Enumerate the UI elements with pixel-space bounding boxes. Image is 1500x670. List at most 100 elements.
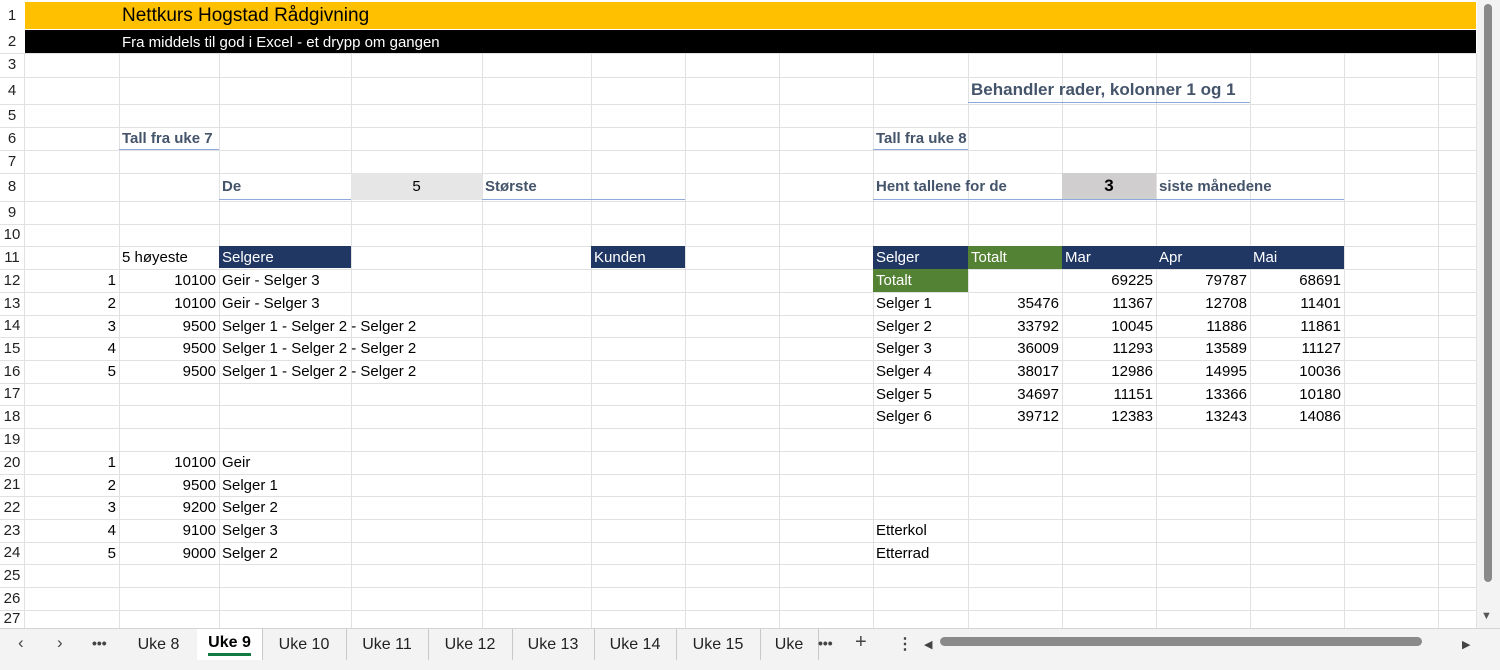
hent-label[interactable]: Hent tallene for de bbox=[873, 173, 1062, 200]
rank-cell[interactable]: 4 bbox=[24, 519, 119, 542]
more-tabs-left-icon[interactable]: ••• bbox=[92, 635, 107, 651]
seller-mai-cell[interactable]: 10036 bbox=[1250, 360, 1344, 383]
row-number[interactable]: 10 bbox=[0, 224, 24, 246]
seller-apr-cell[interactable]: 14995 bbox=[1156, 360, 1250, 383]
seller-mar-cell[interactable]: 10045 bbox=[1062, 315, 1156, 337]
mai-header[interactable]: Mai bbox=[1250, 246, 1344, 269]
sheet-tab[interactable]: Uke 8 bbox=[120, 629, 198, 660]
row-number[interactable]: 1 bbox=[0, 2, 24, 30]
rank-cell[interactable]: 4 bbox=[24, 337, 119, 360]
names-cell[interactable]: Selger 1 - Selger 2 - Selger 2 bbox=[219, 315, 479, 337]
totalt-row-mar[interactable]: 69225 bbox=[1062, 269, 1156, 292]
value-cell[interactable]: 9500 bbox=[119, 315, 219, 337]
seller-name-cell[interactable]: Selger 3 bbox=[873, 337, 968, 360]
rank-cell[interactable]: 2 bbox=[24, 292, 119, 315]
value-cell[interactable]: 9200 bbox=[119, 496, 219, 519]
spreadsheet-grid[interactable]: 1 2 3 4 5 6 7 8 9 10 11 12 13 14 15 16 17 18 19 20 21 22 23 24 2… bbox=[0, 0, 1500, 628]
sheet-tab[interactable]: Uke bbox=[760, 629, 819, 660]
rank-cell[interactable]: 5 bbox=[24, 360, 119, 383]
row-number[interactable]: 17 bbox=[0, 383, 24, 405]
totalt-row-apr[interactable]: 79787 bbox=[1156, 269, 1250, 292]
row-number[interactable]: 25 bbox=[0, 564, 24, 587]
seller-name-cell[interactable]: Selger 4 bbox=[873, 360, 968, 383]
siste-label[interactable]: siste månedene bbox=[1156, 173, 1344, 200]
seller-total-cell[interactable]: 38017 bbox=[968, 360, 1062, 383]
name-cell[interactable]: Selger 2 bbox=[219, 542, 351, 564]
row-number[interactable]: 22 bbox=[0, 496, 24, 519]
totalt-header[interactable]: Totalt bbox=[968, 246, 1062, 269]
de-label[interactable]: De bbox=[219, 173, 351, 200]
top-header[interactable]: 5 høyeste bbox=[119, 246, 219, 268]
name-cell[interactable]: Geir bbox=[219, 451, 351, 474]
scroll-left-icon[interactable]: ◀ bbox=[924, 638, 932, 651]
value-cell[interactable]: 9000 bbox=[119, 542, 219, 564]
sheet-tab[interactable]: Uke 11 bbox=[346, 629, 429, 660]
sheet-tab[interactable]: Uke 9 bbox=[197, 629, 263, 660]
sheet-tab[interactable]: Uke 15 bbox=[676, 629, 761, 660]
row-number[interactable]: 13 bbox=[0, 292, 24, 315]
apr-header[interactable]: Apr bbox=[1156, 246, 1250, 269]
row-number[interactable]: 4 bbox=[0, 77, 24, 104]
add-sheet-icon[interactable]: + bbox=[855, 631, 867, 654]
row-number[interactable]: 20 bbox=[0, 451, 24, 474]
value-cell[interactable]: 9500 bbox=[119, 474, 219, 496]
more-tabs-right-icon[interactable]: ••• bbox=[818, 635, 833, 651]
etterkol-label[interactable]: Etterkol bbox=[873, 519, 968, 541]
seller-mai-cell[interactable]: 14086 bbox=[1250, 405, 1344, 428]
storste-label[interactable]: Største bbox=[482, 173, 685, 200]
sheet-tab[interactable]: Uke 12 bbox=[428, 629, 513, 660]
sheet-tab[interactable]: Uke 10 bbox=[262, 629, 347, 660]
seller-mai-cell[interactable]: 10180 bbox=[1250, 383, 1344, 405]
seller-mai-cell[interactable]: 11861 bbox=[1250, 315, 1344, 337]
selger-header[interactable]: Selger bbox=[873, 246, 968, 269]
seller-mar-cell[interactable]: 11367 bbox=[1062, 292, 1156, 315]
seller-name-cell[interactable]: Selger 5 bbox=[873, 383, 968, 405]
value-cell[interactable]: 10100 bbox=[119, 269, 219, 292]
value-cell[interactable]: 10100 bbox=[119, 292, 219, 315]
seller-apr-cell[interactable]: 13243 bbox=[1156, 405, 1250, 428]
totalt-row-total[interactable] bbox=[968, 269, 1062, 292]
name-cell[interactable]: Selger 2 bbox=[219, 496, 351, 519]
name-cell[interactable]: Selger 1 bbox=[219, 474, 351, 496]
row-number[interactable]: 18 bbox=[0, 405, 24, 428]
vertical-scroll-thumb[interactable] bbox=[1484, 4, 1492, 582]
row-number[interactable]: 21 bbox=[0, 474, 24, 496]
right-title[interactable]: Behandler rader, kolonner 1 og 1 bbox=[968, 77, 1250, 103]
row-number[interactable]: 14 bbox=[0, 315, 24, 337]
mar-header[interactable]: Mar bbox=[1062, 246, 1156, 269]
tab-menu-icon[interactable]: ⋮ bbox=[897, 634, 913, 654]
seller-total-cell[interactable]: 33792 bbox=[968, 315, 1062, 337]
vertical-scrollbar[interactable]: ▼ bbox=[1477, 0, 1500, 628]
rank-cell[interactable]: 2 bbox=[24, 474, 119, 496]
left-heading[interactable]: Tall fra uke 7 bbox=[119, 127, 219, 150]
kunden-header[interactable]: Kunden bbox=[591, 246, 685, 268]
seller-mar-cell[interactable]: 12986 bbox=[1062, 360, 1156, 383]
seller-apr-cell[interactable]: 13366 bbox=[1156, 383, 1250, 405]
value-cell[interactable]: 9100 bbox=[119, 519, 219, 542]
seller-apr-cell[interactable]: 12708 bbox=[1156, 292, 1250, 315]
row-number[interactable]: 24 bbox=[0, 542, 24, 564]
seller-mar-cell[interactable]: 12383 bbox=[1062, 405, 1156, 428]
row-number[interactable]: 23 bbox=[0, 519, 24, 542]
seller-mar-cell[interactable]: 11293 bbox=[1062, 337, 1156, 360]
seller-total-cell[interactable]: 35476 bbox=[968, 292, 1062, 315]
row-number[interactable]: 5 bbox=[0, 104, 24, 127]
rank-cell[interactable]: 3 bbox=[24, 496, 119, 519]
seller-total-cell[interactable]: 39712 bbox=[968, 405, 1062, 428]
seller-mai-cell[interactable]: 11127 bbox=[1250, 337, 1344, 360]
names-cell[interactable]: Selger 1 - Selger 2 - Selger 2 bbox=[219, 360, 479, 383]
row-number[interactable]: 11 bbox=[0, 246, 24, 269]
names-cell[interactable]: Geir - Selger 3 bbox=[219, 269, 479, 292]
seller-mar-cell[interactable]: 11151 bbox=[1062, 383, 1156, 405]
totalt-row-mai[interactable]: 68691 bbox=[1250, 269, 1344, 292]
names-cell[interactable]: Selger 1 - Selger 2 - Selger 2 bbox=[219, 337, 479, 360]
rank-cell[interactable]: 3 bbox=[24, 315, 119, 337]
seller-apr-cell[interactable]: 13589 bbox=[1156, 337, 1250, 360]
row-number[interactable]: 8 bbox=[0, 173, 24, 201]
name-cell[interactable]: Selger 3 bbox=[219, 519, 351, 542]
row-number[interactable]: 19 bbox=[0, 428, 24, 451]
row-number[interactable]: 16 bbox=[0, 360, 24, 383]
value-cell[interactable]: 9500 bbox=[119, 337, 219, 360]
rank-cell[interactable]: 5 bbox=[24, 542, 119, 564]
chevron-left-icon[interactable]: ‹ bbox=[18, 633, 24, 653]
